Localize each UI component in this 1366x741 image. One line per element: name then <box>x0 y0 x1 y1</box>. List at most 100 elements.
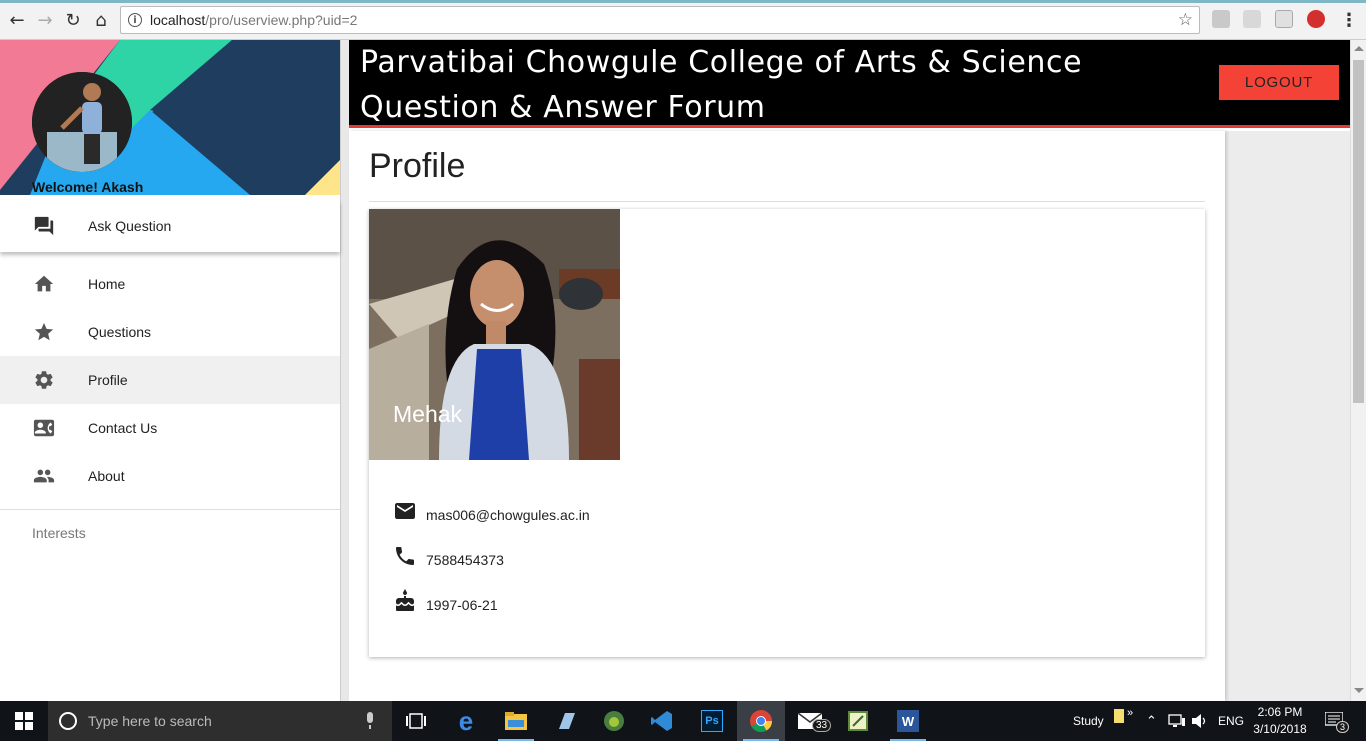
show-hidden-icons-chevron-icon[interactable]: ⌃ <box>1146 701 1157 741</box>
contact-card-icon <box>32 416 56 440</box>
input-language[interactable]: ENG <box>1218 701 1244 741</box>
sidebar-item-label: Profile <box>88 372 128 388</box>
profile-photo: Mehak <box>369 209 620 460</box>
phone-row: 7588454373 <box>393 544 504 568</box>
file-explorer-icon[interactable] <box>492 701 540 741</box>
clock-time: 2:06 PM <box>1257 705 1303 719</box>
sidebar-item-about[interactable]: About <box>0 452 340 500</box>
surface-app-icon[interactable] <box>542 701 590 741</box>
avatar[interactable] <box>32 72 132 172</box>
cortana-icon <box>59 712 77 730</box>
profile-card: Mehak mas006@chowgules.ac.in 7588454373 … <box>369 209 1205 657</box>
edge-browser-icon[interactable]: e <box>442 701 490 741</box>
page-scrollbar[interactable] <box>1350 40 1366 701</box>
network-icon[interactable] <box>1168 714 1186 728</box>
task-view-icon[interactable] <box>392 701 440 741</box>
birthday-row: 1997-06-21 <box>393 589 498 613</box>
sidebar-item-label: Home <box>88 276 126 292</box>
profile-name: Mehak <box>393 401 463 427</box>
home-browser-icon[interactable]: ⌂ <box>90 9 112 31</box>
clock-date: 3/10/2018 <box>1253 722 1307 736</box>
opera-extension-icon[interactable] <box>1307 10 1325 28</box>
sidebar-item-contact-us[interactable]: Contact Us <box>0 404 340 452</box>
address-url: localhost/pro/userview.php?uid=2 <box>150 12 357 28</box>
ask-question-button[interactable]: Ask Question <box>0 200 340 252</box>
logout-button[interactable]: LOGOUT <box>1219 65 1339 100</box>
bookmark-star-icon[interactable]: ☆ <box>1178 10 1193 30</box>
windows-start-button[interactable] <box>0 701 48 741</box>
android-studio-icon[interactable] <box>590 701 638 741</box>
study-folder-label[interactable]: Study <box>1073 701 1104 741</box>
forward-icon[interactable]: → <box>34 9 56 31</box>
gear-icon <box>32 368 56 392</box>
toolbar-expand-icon[interactable]: » <box>1127 693 1133 733</box>
notepad-icon[interactable] <box>834 701 882 741</box>
page-title: Profile <box>369 147 466 185</box>
app-title-line-2: Question & Answer Forum <box>360 90 766 125</box>
interests-subheader: Interests <box>32 525 86 541</box>
url-host: localhost <box>150 12 206 28</box>
ask-question-label: Ask Question <box>88 218 172 234</box>
browser-menu-icon[interactable]: ⋮ <box>1338 9 1360 31</box>
pdf-extension-icon[interactable] <box>1212 10 1230 28</box>
avatar-photo <box>32 72 132 172</box>
sticky-note-icon[interactable] <box>1114 709 1124 723</box>
chrome-icon[interactable] <box>737 701 785 741</box>
back-icon[interactable]: ← <box>6 9 28 31</box>
sidebar: Welcome! Akash Ask Question Home Questio… <box>0 40 340 701</box>
scroll-thumb[interactable] <box>1353 60 1364 403</box>
mail-app-icon[interactable]: 33 <box>786 701 834 741</box>
volume-icon[interactable] <box>1192 714 1208 728</box>
sidebar-divider <box>0 509 340 510</box>
system-clock[interactable]: 2:06 PM 3/10/2018 <box>1244 704 1316 738</box>
cake-icon <box>396 589 414 611</box>
url-path: /pro/userview.php?uid=2 <box>205 12 358 28</box>
phone-icon <box>396 547 414 565</box>
sidebar-border <box>340 40 349 701</box>
scroll-up-icon[interactable] <box>1354 46 1364 51</box>
sidebar-item-profile[interactable]: Profile <box>0 356 340 404</box>
taskbar-search-placeholder: Type here to search <box>88 713 212 729</box>
site-info-icon[interactable]: i <box>128 13 142 27</box>
windows-taskbar: Type here to search e Ps 33 W Study » ⌃ … <box>0 701 1366 741</box>
sidebar-item-label: Contact Us <box>88 420 158 436</box>
email-row: mas006@chowgules.ac.in <box>393 499 590 523</box>
taskbar-search-box[interactable]: Type here to search <box>48 701 392 741</box>
star-icon <box>32 320 56 344</box>
window-title-strip <box>0 0 1366 3</box>
windows-logo-icon <box>15 712 33 730</box>
notification-badge: 3 <box>1336 721 1350 733</box>
cube-extension-icon[interactable] <box>1275 10 1293 28</box>
address-bar[interactable]: i localhost/pro/userview.php?uid=2 ☆ <box>120 6 1200 34</box>
title-divider <box>369 201 1205 202</box>
word-icon[interactable]: W <box>884 701 932 741</box>
content-panel: Profile Mehak mas006@chowgules.ac.in 758… <box>349 131 1225 701</box>
browser-toolbar: ← → ↻ ⌂ i localhost/pro/userview.php?uid… <box>0 0 1366 40</box>
forum-icon <box>32 214 56 238</box>
scroll-down-icon[interactable] <box>1354 688 1364 693</box>
app-title-line-1: Parvatibai Chowgule College of Arts & Sc… <box>360 45 1083 80</box>
photoshop-icon[interactable]: Ps <box>688 701 736 741</box>
welcome-text: Welcome! Akash <box>32 179 144 195</box>
sidebar-item-questions[interactable]: Questions <box>0 308 340 356</box>
cart-extension-icon[interactable] <box>1243 10 1261 28</box>
action-center-button[interactable]: 3 <box>1318 701 1366 741</box>
reload-icon[interactable]: ↻ <box>62 9 84 31</box>
sidebar-item-label: Questions <box>88 324 152 340</box>
sidebar-menu: Home Questions Profile Contact Us About <box>0 260 340 500</box>
sidebar-header-banner: Welcome! Akash <box>0 40 340 195</box>
sidebar-item-label: About <box>88 468 125 484</box>
email-text: mas006@chowgules.ac.in <box>426 507 590 523</box>
email-icon <box>395 503 415 519</box>
app-title: Parvatibai Chowgule College of Arts & Sc… <box>360 40 1082 130</box>
microphone-icon[interactable] <box>364 712 376 730</box>
vscode-icon[interactable] <box>638 701 686 741</box>
main-area: Profile Mehak mas006@chowgules.ac.in 758… <box>349 131 1350 701</box>
phone-text: 7588454373 <box>426 552 504 568</box>
sidebar-item-home[interactable]: Home <box>0 260 340 308</box>
app-header: Parvatibai Chowgule College of Arts & Sc… <box>349 40 1350 128</box>
people-icon <box>32 464 56 488</box>
mail-badge: 33 <box>812 719 832 732</box>
birthdate-text: 1997-06-21 <box>426 597 498 613</box>
home-icon <box>32 272 56 296</box>
